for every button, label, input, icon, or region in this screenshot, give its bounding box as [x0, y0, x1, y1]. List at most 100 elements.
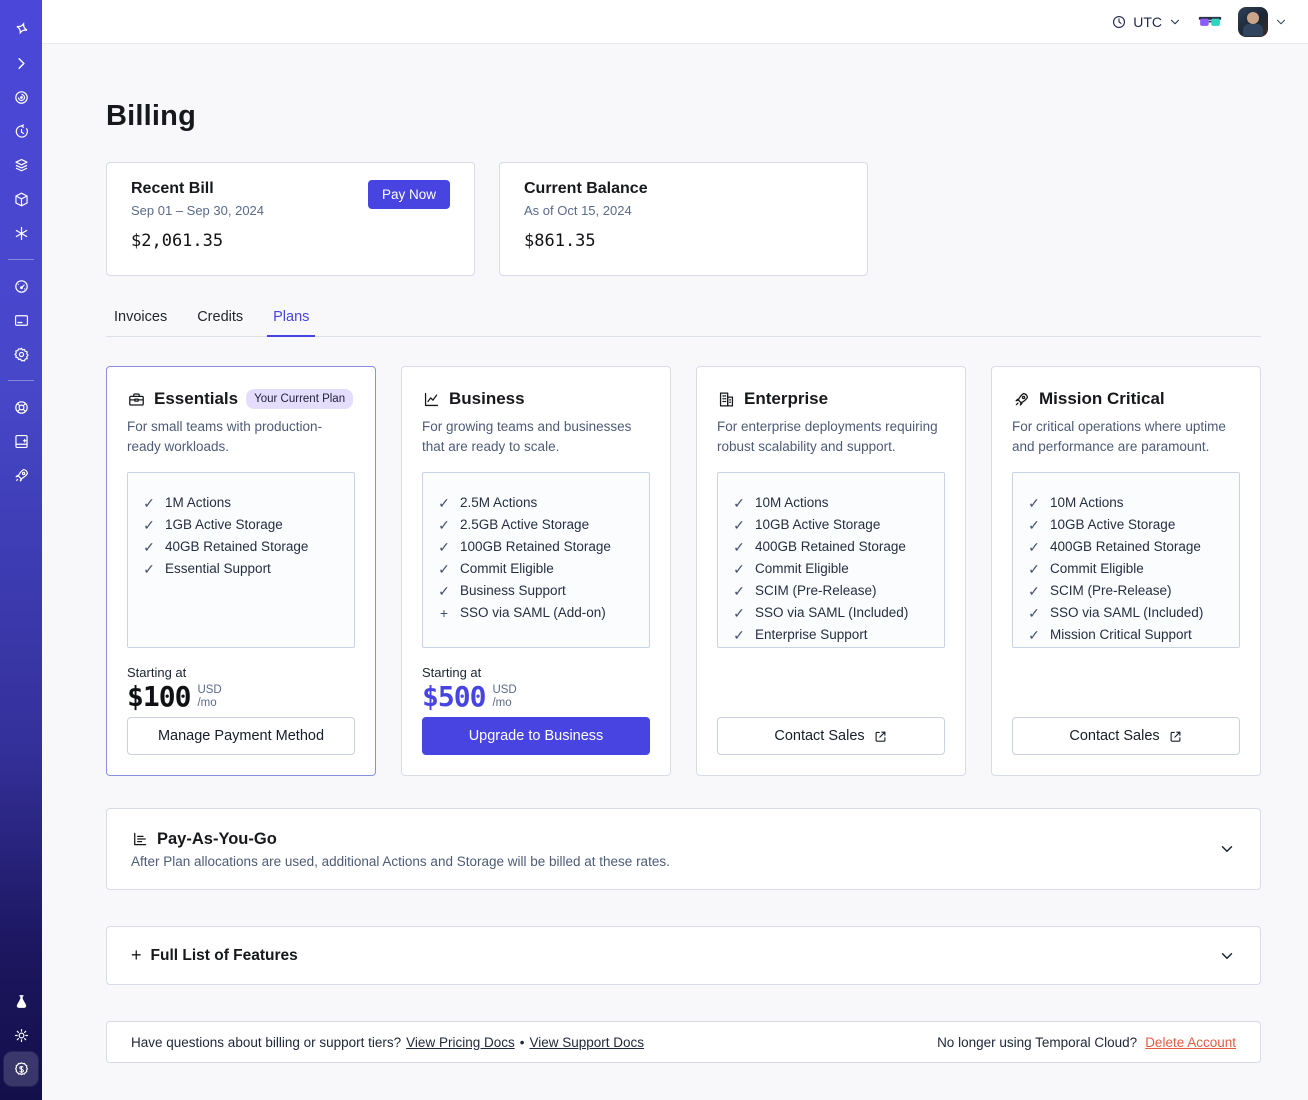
- 3d-glasses-icon[interactable]: [1198, 13, 1222, 31]
- contact-sales-label: Contact Sales: [1069, 728, 1160, 744]
- plus-icon: +: [439, 605, 449, 621]
- gear-icon[interactable]: [4, 337, 38, 371]
- period-label: /mo: [197, 697, 217, 709]
- check-icon: ✓: [733, 605, 745, 621]
- check-icon: ✓: [1028, 517, 1040, 533]
- namespaces-icon[interactable]: [4, 80, 38, 114]
- feature-item: ✓ 10M Actions: [1027, 492, 1225, 514]
- manage-payment-button[interactable]: Manage Payment Method: [127, 717, 355, 755]
- feature-list: ✓ 10M Actions ✓ 10GB Active Storage ✓ 400GB…: [717, 472, 945, 648]
- contact-sales-button[interactable]: Contact Sales: [1012, 717, 1240, 755]
- footer-delete-question: No longer using Temporal Cloud?: [937, 1034, 1138, 1050]
- user-menu[interactable]: [1238, 6, 1288, 37]
- feature-text: Commit Eligible: [1050, 561, 1144, 576]
- lifebuoy-icon[interactable]: [4, 390, 38, 424]
- view-support-docs-link[interactable]: View Support Docs: [529, 1035, 644, 1050]
- docs-book-icon[interactable]: [4, 424, 38, 458]
- feature-item: ✓ SSO via SAML (Included): [732, 602, 930, 624]
- timezone-label: UTC: [1133, 13, 1162, 30]
- check-icon: ✓: [143, 561, 155, 577]
- recent-bill-amount: $2,061.35: [131, 231, 224, 251]
- chevron-down-icon[interactable]: [1218, 947, 1236, 965]
- current-plan-badge: Your Current Plan: [246, 389, 354, 409]
- invoices-card-icon[interactable]: [4, 303, 38, 337]
- plus-icon: +: [131, 945, 142, 965]
- sidebar-divider: [8, 380, 34, 381]
- feature-text: Commit Eligible: [460, 561, 554, 576]
- feature-item: ✓ Commit Eligible: [732, 558, 930, 580]
- feature-item: ✓ Business Support: [437, 580, 635, 602]
- asterisk-icon[interactable]: [4, 216, 38, 250]
- tab-plans[interactable]: Plans: [267, 303, 316, 337]
- feature-item: ✓ Commit Eligible: [437, 558, 635, 580]
- timezone-picker[interactable]: UTC: [1111, 14, 1182, 30]
- labs-flask-icon[interactable]: [4, 984, 38, 1018]
- starting-at-label: Starting at: [127, 665, 187, 680]
- check-icon: ✓: [1028, 539, 1040, 555]
- feature-text: SCIM (Pre-Release): [755, 583, 877, 598]
- avatar: [1238, 6, 1268, 37]
- feature-text: 10GB Active Storage: [755, 517, 881, 532]
- feature-item: + SSO via SAML (Add-on): [437, 602, 635, 624]
- plan-card-enterprise: Enterprise For enterprise deployments re…: [696, 366, 966, 776]
- current-balance-card: Current Balance As of Oct 15, 2024 $861.…: [499, 162, 868, 276]
- plans-grid: Essentials Your Current Plan For small t…: [106, 366, 1261, 776]
- check-icon: ✓: [733, 517, 745, 533]
- chevron-right-icon[interactable]: [4, 46, 38, 80]
- pay-as-you-go-section[interactable]: Pay-As-You-Go After Plan allocations are…: [106, 808, 1261, 890]
- feature-text: 100GB Retained Storage: [460, 539, 611, 554]
- layers-icon[interactable]: [4, 148, 38, 182]
- billing-footer: Have questions about billing or support …: [106, 1021, 1261, 1063]
- check-icon: ✓: [143, 517, 155, 533]
- recent-bill-period: Sep 01 – Sep 30, 2024: [131, 203, 265, 218]
- page-title: Billing: [106, 100, 197, 132]
- feature-item: ✓ SCIM (Pre-Release): [1027, 580, 1225, 602]
- tab-invoices[interactable]: Invoices: [112, 303, 169, 336]
- billing-tabs: Invoices Credits Plans: [106, 303, 1261, 337]
- main-content: Billing Recent Bill Sep 01 – Sep 30, 202…: [42, 44, 1308, 1100]
- tab-credits[interactable]: Credits: [195, 303, 245, 336]
- chevron-down-icon[interactable]: [1218, 840, 1236, 858]
- price-block: Starting at $500 USD/mo: [422, 665, 650, 712]
- contact-sales-button[interactable]: Contact Sales: [717, 717, 945, 755]
- contact-sales-label: Contact Sales: [774, 728, 865, 744]
- temporal-logo[interactable]: [4, 12, 38, 46]
- check-icon: ✓: [733, 561, 745, 577]
- feature-item: ✓ 10M Actions: [732, 492, 930, 514]
- feature-item: ✓ 1M Actions: [142, 492, 340, 514]
- feature-text: SSO via SAML (Add-on): [460, 605, 606, 620]
- plan-card-business: Business For growing teams and businesse…: [401, 366, 671, 776]
- plan-card-mission-critical: Mission Critical For critical operations…: [991, 366, 1261, 776]
- clock-icon: [1113, 15, 1126, 28]
- check-icon: ✓: [1028, 583, 1040, 599]
- check-icon: ✓: [733, 539, 745, 555]
- feature-text: Essential Support: [165, 561, 271, 576]
- upgrade-business-button[interactable]: Upgrade to Business: [422, 717, 650, 755]
- payg-title: Pay-As-You-Go: [157, 829, 277, 848]
- feature-item: ✓ SSO via SAML (Included): [1027, 602, 1225, 624]
- feature-text: SCIM (Pre-Release): [1050, 583, 1172, 598]
- feature-item: ✓ Essential Support: [142, 558, 340, 580]
- check-icon: ✓: [1028, 627, 1040, 643]
- plan-description: For growing teams and businesses that ar…: [422, 419, 632, 454]
- full-features-section[interactable]: + Full List of Features: [106, 926, 1261, 985]
- plan-name: Business: [449, 389, 525, 408]
- schedules-icon[interactable]: [4, 114, 38, 148]
- check-icon: ✓: [1028, 561, 1040, 577]
- pay-now-button[interactable]: Pay Now: [367, 180, 450, 209]
- billing-dollar-icon[interactable]: [4, 1052, 38, 1086]
- rocket-icon[interactable]: [4, 458, 38, 492]
- recent-bill-title: Recent Bill: [131, 180, 214, 197]
- view-pricing-docs-link[interactable]: View Pricing Docs: [406, 1035, 515, 1050]
- plan-description: For small teams with production-ready wo…: [127, 419, 323, 454]
- check-icon: ✓: [733, 495, 745, 511]
- plan-description: For enterprise deployments requiring rob…: [717, 419, 938, 454]
- theme-sun-icon[interactable]: [4, 1018, 38, 1052]
- usage-gauge-icon[interactable]: [4, 269, 38, 303]
- bar-list-icon: [134, 832, 147, 846]
- delete-account-link[interactable]: Delete Account: [1145, 1035, 1236, 1050]
- rocket-icon: [1015, 392, 1029, 406]
- check-icon: ✓: [438, 495, 450, 511]
- cube-icon[interactable]: [4, 182, 38, 216]
- feature-text: 1GB Active Storage: [165, 517, 283, 532]
